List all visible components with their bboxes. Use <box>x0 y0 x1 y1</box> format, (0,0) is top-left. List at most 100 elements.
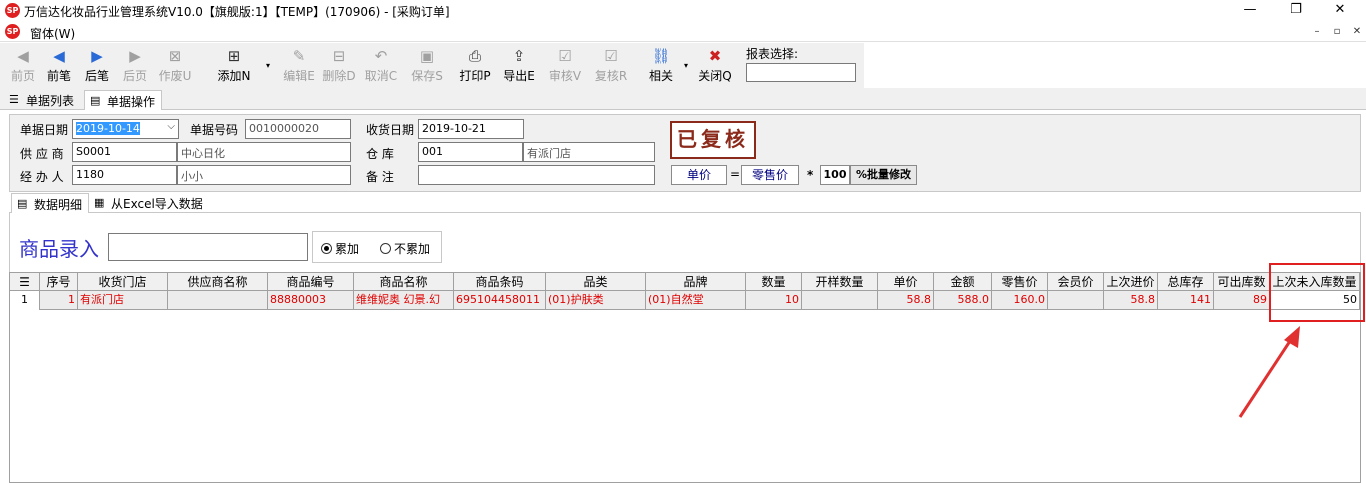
col-header-retail-price[interactable]: 零售价 <box>992 273 1048 291</box>
supplier-code-field[interactable]: S0001 <box>72 142 177 162</box>
chevron-down-icon[interactable]: ⌵ <box>167 121 175 132</box>
delete-label: 删除D <box>322 69 356 83</box>
doc-no-field[interactable]: 0010000020 <box>245 119 351 139</box>
cell-seq[interactable]: 1 <box>40 291 78 310</box>
recv-date-field[interactable]: 2019-10-21 <box>418 119 524 139</box>
prev-record-button[interactable]: ◀ 前笔 <box>40 45 78 87</box>
cell-available-qty[interactable]: 89 <box>1214 291 1270 310</box>
col-header-member-price[interactable]: 会员价 <box>1048 273 1104 291</box>
col-header-amount[interactable]: 金额 <box>934 273 992 291</box>
radio-accumulate[interactable]: 累加 <box>321 240 359 257</box>
tab-excel-import-label: 从Excel导入数据 <box>111 197 203 211</box>
cell-total-stock[interactable]: 141 <box>1158 291 1214 310</box>
handler-code-field[interactable]: 1180 <box>72 165 177 185</box>
cell-supplier-name[interactable] <box>168 291 268 310</box>
cell-unit-price[interactable]: 58.8 <box>878 291 934 310</box>
col-header-product-name[interactable]: 商品名称 <box>354 273 454 291</box>
remark-field[interactable] <box>418 165 655 185</box>
delete-button[interactable]: ⊟ 删除D <box>320 45 358 87</box>
review-label: 复核R <box>594 69 628 83</box>
check-icon: ☑ <box>558 47 572 65</box>
multiply-sign: * <box>807 168 814 182</box>
related-button[interactable]: ⛓ 相关 <box>642 45 680 87</box>
tab-data-detail[interactable]: ▤ 数据明细 <box>11 193 90 213</box>
cell-amount[interactable]: 588.0 <box>934 291 992 310</box>
col-header-product-code[interactable]: 商品编号 <box>268 273 354 291</box>
col-header-barcode[interactable]: 商品条码 <box>454 273 546 291</box>
price-source-box[interactable]: 单价 <box>671 165 727 185</box>
close-button[interactable]: ✖ 关闭Q <box>696 45 734 87</box>
col-header-total-stock[interactable]: 总库存 <box>1158 273 1214 291</box>
minimize-button[interactable]: — <box>1228 0 1272 22</box>
tab-document-list[interactable]: ☰ 单据列表 <box>4 90 80 110</box>
cancel-button[interactable]: ↶ 取消C <box>362 45 400 87</box>
col-header-brand[interactable]: 品牌 <box>646 273 746 291</box>
product-entry-input[interactable] <box>108 233 308 261</box>
grid-header: ☰ 序号 收货门店 供应商名称 商品编号 商品名称 商品条码 品类 品牌 数量 开样数量 单价 金额 零售… <box>10 273 1360 291</box>
report-select[interactable] <box>746 63 856 82</box>
export-icon: ⇪ <box>512 47 526 65</box>
edit-button[interactable]: ✎ 编辑E <box>280 45 318 87</box>
link-icon: ⛓ <box>651 47 671 65</box>
cell-qty[interactable]: 10 <box>746 291 802 310</box>
mdi-restore-button[interactable]: ▫ <box>1330 25 1344 39</box>
cell-category[interactable]: (01)护肤类 <box>546 291 646 310</box>
col-header-unit-price[interactable]: 单价 <box>878 273 934 291</box>
col-header-qty[interactable]: 数量 <box>746 273 802 291</box>
audit-button[interactable]: ☑ 审核V <box>546 45 584 87</box>
col-header-store[interactable]: 收货门店 <box>78 273 168 291</box>
next-record-button[interactable]: ▶ 后笔 <box>78 45 116 87</box>
export-button[interactable]: ⇪ 导出E <box>500 45 538 87</box>
doc-date-field[interactable]: 2019-10-14 ⌵ <box>72 119 179 139</box>
col-header-available-qty[interactable]: 可出库数 <box>1214 273 1270 291</box>
grid-menu-icon[interactable]: ☰ <box>10 273 40 291</box>
retail-price-box[interactable]: 零售价 <box>741 165 799 185</box>
cell-product-code[interactable]: 88880003 <box>268 291 354 310</box>
prev-page-button[interactable]: ◀ 前页 <box>4 45 42 87</box>
mdi-minimize-button[interactable]: – <box>1310 25 1324 39</box>
tab-document-operation[interactable]: ▤ 单据操作 <box>84 90 163 110</box>
cell-store[interactable]: 有派门店 <box>78 291 168 310</box>
arrow-left-icon: ◀ <box>53 47 65 65</box>
col-header-sample-qty[interactable]: 开样数量 <box>802 273 878 291</box>
cell-brand[interactable]: (01)自然堂 <box>646 291 746 310</box>
cell-product-name[interactable]: 维维妮奥 幻景.幻 <box>354 291 454 310</box>
col-header-category[interactable]: 品类 <box>546 273 646 291</box>
doc-no-label: 单据号码 <box>190 123 239 137</box>
tab-excel-import[interactable]: ▦ 从Excel导入数据 <box>89 193 209 213</box>
close-button[interactable]: ✕ <box>1318 0 1362 22</box>
next-page-button[interactable]: ▶ 后页 <box>116 45 154 87</box>
warehouse-code-field[interactable]: 001 <box>418 142 523 162</box>
prev-page-label: 前页 <box>10 69 35 83</box>
arrow-right-icon: ▶ <box>129 47 141 65</box>
related-dropdown-icon[interactable]: ▾ <box>684 61 688 70</box>
cell-sample-qty[interactable] <box>802 291 878 310</box>
col-header-last-cost[interactable]: 上次进价 <box>1104 273 1158 291</box>
restore-button[interactable]: ❐ <box>1274 0 1318 22</box>
cell-barcode[interactable]: 695104458011 <box>454 291 546 310</box>
save-label: 保存S <box>411 69 443 83</box>
void-button[interactable]: ⊠ 作废U <box>156 45 194 87</box>
col-header-seq[interactable]: 序号 <box>40 273 78 291</box>
cell-member-price[interactable] <box>1048 291 1104 310</box>
save-button[interactable]: ▣ 保存S <box>408 45 446 87</box>
report-select-label: 报表选择: <box>746 47 799 61</box>
recv-date-label: 收货日期 <box>366 123 415 137</box>
add-dropdown-icon[interactable]: ▾ <box>266 61 270 70</box>
col-header-supplier-name[interactable]: 供应商名称 <box>168 273 268 291</box>
detail-tabs: ▤ 数据明细 ▦ 从Excel导入数据 <box>9 193 1361 213</box>
review-button[interactable]: ☑ 复核R <box>592 45 630 87</box>
print-button[interactable]: ⎙ 打印P <box>456 45 494 87</box>
add-button[interactable]: ⊞ 添加N <box>212 45 256 87</box>
radio-no-accumulate[interactable]: 不累加 <box>380 240 430 257</box>
cell-retail-price[interactable]: 160.0 <box>992 291 1048 310</box>
cell-last-cost[interactable]: 58.8 <box>1104 291 1158 310</box>
handler-label: 经 办 人 <box>20 170 64 184</box>
remark-label: 备 注 <box>366 170 394 184</box>
close-label: 关闭Q <box>698 69 732 83</box>
percent-field[interactable]: 100 <box>820 165 850 185</box>
table-row[interactable]: 1 1 有派门店 88880003 维维妮奥 幻景.幻 695104458011 (01)护… <box>10 291 1360 310</box>
menu-window[interactable]: 窗体(W) <box>30 25 75 42</box>
mdi-close-button[interactable]: ✕ <box>1350 25 1364 39</box>
batch-modify-button[interactable]: %批量修改 <box>850 165 917 185</box>
